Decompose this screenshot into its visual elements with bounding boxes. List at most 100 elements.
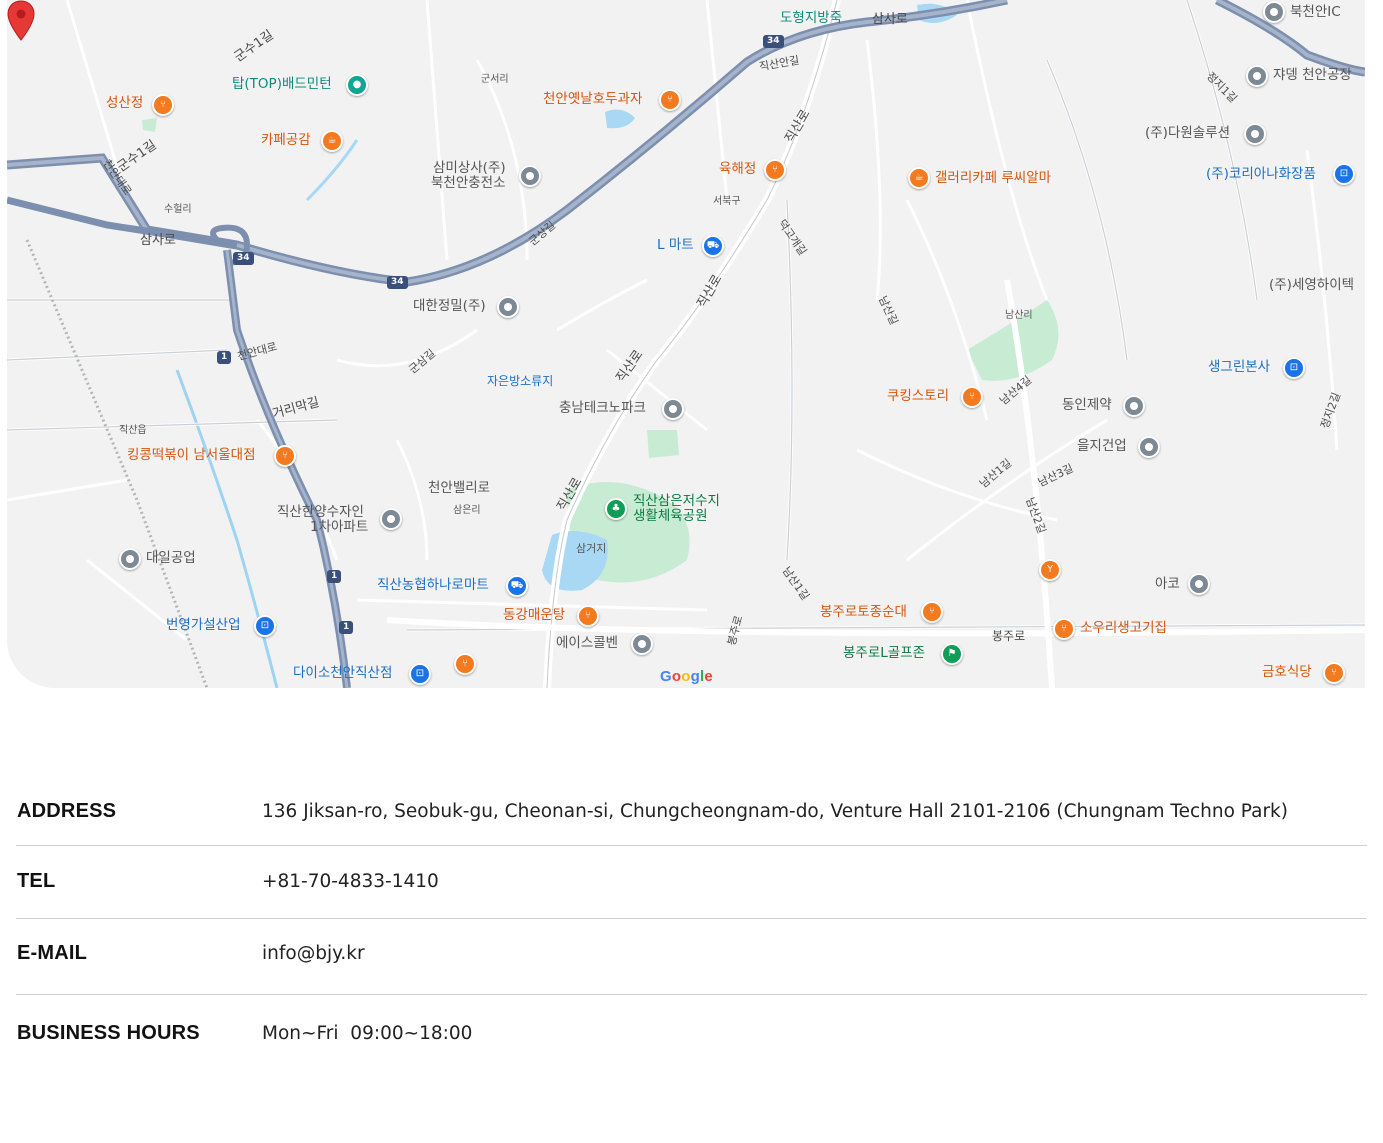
poi-label: 쿠킹스토리 — [887, 388, 950, 404]
poi-label: 소우리생고기집 — [1080, 620, 1167, 636]
place-icon[interactable] — [1123, 395, 1145, 417]
shop-icon[interactable]: ⊡ — [1283, 357, 1305, 379]
poi-label: 아코 — [1155, 576, 1180, 592]
tel-value[interactable]: +81-70-4833-1410 — [262, 871, 439, 892]
poi-label: (주)다원솔루션 — [1145, 125, 1231, 141]
restaurant-icon[interactable]: ⑂ — [921, 601, 943, 623]
poi-label: 대한정밀(주) — [413, 298, 486, 314]
restaurant-icon[interactable]: ⑂ — [764, 159, 786, 181]
poi-label: 킹콩떡볶이 남서울대점 — [127, 447, 256, 463]
place-icon[interactable] — [1138, 436, 1160, 458]
hours-value: Mon~Fri 09:00~18:00 — [262, 1023, 473, 1044]
area-label: 삼은리 — [453, 505, 481, 516]
area-label: 남산리 — [1005, 310, 1033, 321]
poi-label: 자은방소류지 — [487, 374, 554, 388]
poi-label: 에이스콜벤 — [556, 635, 619, 651]
golf-icon[interactable]: ⚑ — [941, 643, 963, 665]
poi-label: 도형지방죽 — [780, 10, 843, 26]
place-icon[interactable] — [119, 548, 141, 570]
divider — [16, 918, 1367, 919]
shop-icon[interactable]: ⊡ — [1333, 163, 1355, 185]
restaurant-icon[interactable]: ⑂ — [659, 89, 681, 111]
poi-label: 생그린본사 — [1208, 359, 1271, 375]
bar-icon[interactable]: Y — [1039, 559, 1061, 581]
place-icon[interactable] — [497, 296, 519, 318]
address-label: ADDRESS — [17, 800, 117, 822]
area-label: 군서리 — [481, 74, 509, 85]
restaurant-icon[interactable]: ⑂ — [961, 386, 983, 408]
poi-label: 봉주로토종순대 — [820, 604, 907, 620]
area-label: 수헐리 — [164, 204, 192, 215]
poi-label: 번영가설산업 — [166, 617, 241, 633]
poi-label: 동인제약 — [1062, 397, 1112, 413]
email-label: E-MAIL — [17, 942, 88, 964]
poi-label: (주)세영하이텍 — [1269, 277, 1355, 293]
restaurant-icon[interactable]: ⑂ — [577, 605, 599, 627]
place-icon[interactable] — [519, 165, 541, 187]
google-logo: Google — [660, 668, 713, 685]
place-icon[interactable] — [1244, 123, 1266, 145]
cart-icon[interactable]: ⛟ — [702, 235, 724, 257]
restaurant-icon[interactable]: ⑂ — [274, 445, 296, 467]
poi-label: 카페공감 — [261, 132, 311, 148]
area-label: 서북구 — [713, 196, 741, 207]
poi-label: 1차아파트 — [310, 519, 369, 535]
route-shield: 34 — [233, 252, 254, 265]
email-value[interactable]: info@bjy.kr — [262, 943, 365, 964]
road-label: 삼사로 — [872, 12, 908, 27]
poi-label: 갤러리카페 루씨알마 — [935, 170, 1052, 186]
cafe-icon[interactable]: ☕ — [321, 130, 343, 152]
poi-label: 탑(TOP)배드민턴 — [232, 76, 332, 92]
park-icon[interactable]: ♣ — [605, 498, 627, 520]
place-icon[interactable] — [380, 508, 402, 530]
poi-label: 삼미상사(주) — [433, 160, 506, 176]
location-map[interactable]: 34 34 34 1 1 1 삼사로 삼사로 군수1길 군수1길 천안대로 천안… — [7, 0, 1365, 688]
poi-label: 성산정 — [106, 95, 144, 111]
route-shield: 34 — [387, 276, 408, 289]
poi-label: 금호식당 — [1262, 664, 1312, 680]
place-icon[interactable] — [1246, 65, 1268, 87]
divider — [16, 845, 1367, 846]
poi-label: 직산한양수자인 — [277, 504, 364, 520]
restaurant-icon[interactable]: ⑂ — [152, 94, 174, 116]
poi-label: 봉주로L골프존 — [843, 645, 926, 661]
place-icon[interactable] — [1263, 1, 1285, 23]
divider — [16, 994, 1367, 995]
restaurant-icon[interactable]: ⑂ — [1053, 618, 1075, 640]
cart-icon[interactable]: ⛟ — [506, 575, 528, 597]
poi-label: 북천안충전소 — [431, 175, 506, 191]
area-label: 직산읍 — [119, 425, 147, 436]
shop-icon[interactable]: ⊡ — [254, 615, 276, 637]
poi-label: 북천안IC — [1290, 4, 1341, 20]
poi-label: 을지건업 — [1077, 438, 1127, 454]
poi-label: 쟈뎅 천안공장 — [1273, 67, 1352, 83]
poi-label: 다이소천안직산점 — [293, 665, 393, 681]
shop-icon[interactable]: ⊡ — [409, 663, 431, 685]
tel-label: TEL — [17, 870, 56, 892]
road-label: 삼사로 — [140, 233, 176, 248]
place-icon[interactable] — [662, 398, 684, 420]
place-icon[interactable] — [631, 633, 653, 655]
route-shield: 1 — [327, 570, 342, 583]
poi-label: 천안밸리로 — [428, 480, 491, 496]
poi-label: 삼거지 — [576, 542, 607, 555]
restaurant-icon[interactable]: ⑂ — [1323, 662, 1345, 684]
poi-label: L 마트 — [657, 237, 694, 253]
poi-label: 대일공업 — [146, 550, 196, 566]
route-shield: 1 — [217, 351, 232, 364]
location-marker-icon[interactable] — [7, 0, 35, 42]
poi-label: 육해정 — [719, 161, 757, 177]
sports-icon[interactable]: ● — [346, 74, 368, 96]
poi-label: 생활체육공원 — [633, 508, 708, 524]
cafe-icon[interactable]: ☕ — [908, 167, 930, 189]
route-shield: 34 — [763, 35, 784, 48]
place-icon[interactable] — [1188, 573, 1210, 595]
poi-label: 직산삼은저수지 — [633, 493, 720, 509]
poi-label: 동강매운탕 — [503, 607, 566, 623]
poi-label: (주)코리아나화장품 — [1206, 166, 1316, 182]
poi-label: 천안옛날호두과자 — [543, 91, 643, 107]
restaurant-icon[interactable]: ⑂ — [454, 653, 476, 675]
address-value: 136 Jiksan-ro, Seobuk-gu, Cheonan-si, Ch… — [262, 801, 1288, 822]
poi-label: 직산농협하나로마트 — [377, 577, 489, 593]
poi-label: 충남테크노파크 — [559, 400, 646, 416]
